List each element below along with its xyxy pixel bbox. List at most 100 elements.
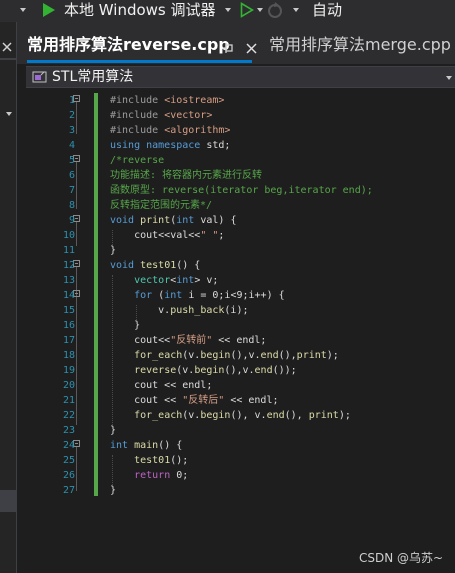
code-token: <iostream> [164,95,225,106]
code-line[interactable]: 11} [26,243,455,258]
code-text: 函数原型: reverse(iterator beg,iterator end)… [110,183,373,198]
document-tab-bar: 常用排序算法reverse.cpp 常用排序算法merge.cpp [17,22,455,64]
code-token: print [140,215,171,226]
code-token: 0; [176,470,189,481]
code-line[interactable]: 1 #include <iostream> [26,93,455,108]
code-token: (v. [182,410,201,421]
code-line[interactable]: 20 cout << endl; [26,378,455,393]
code-token: end [254,365,273,376]
code-line[interactable]: 9 void print(int val) { [26,213,455,228]
scope-label: STL常用算法 [52,69,134,85]
run-options-dropdown-icon[interactable] [257,8,263,12]
line-number: 24 [62,440,75,451]
code-text: } [110,423,116,438]
code-line[interactable]: 7 函数原型: reverse(iterator beg,iterator end… [26,183,455,198]
code-line[interactable]: 5 /*reverse [26,153,455,168]
code-token: for_each [134,410,183,421]
code-token: } [110,245,117,256]
code-line[interactable]: 3 #include <algorithm> [26,123,455,138]
code-line[interactable]: 17 cout<<"反转前" << endl; [26,333,455,348]
code-text: 功能描述: 将容器内元素进行反转 [110,168,262,183]
code-line[interactable]: 19 reverse(v.begin(),v.end()); [26,363,455,378]
code-line[interactable]: 13 vector<int> v; [26,273,455,288]
debugger-target-dropdown-icon[interactable] [225,8,231,12]
code-token: } [110,320,141,331]
line-number: 9 [68,215,75,226]
toolbar-dropdown-icon[interactable] [20,8,26,12]
code-line[interactable]: 10 cout<<val<<" "; [26,228,455,243]
code-token: "反转后" [182,395,225,406]
code-line[interactable]: 24 int main() { [26,438,455,453]
code-text: v.push_back(i); [110,303,249,318]
toolbar: 本地 Windows 调试器 自动 [0,0,455,22]
code-line[interactable]: 16 } [26,318,455,333]
line-number: 20 [62,380,75,391]
code-token: << endl; [212,335,267,346]
code-line[interactable]: 8 反转指定范围的元素*/ [26,198,455,213]
tab-merge-cpp[interactable]: 常用排序算法merge.cpp [269,31,451,59]
code-token: (i); [224,305,249,316]
code-text: cout<<val<<" "; [110,228,224,243]
code-text: return 0; [110,468,188,483]
code-token: 函数原型: reverse(iterator beg,iterator end)… [110,185,373,196]
code-line[interactable]: 12 void test01() { [26,258,455,273]
code-token: cout << endl; [110,380,213,391]
line-number: 1 [68,95,75,106]
code-line[interactable]: 21 cout << "反转后" << endl; [26,393,455,408]
panel-dropdown-icon[interactable] [6,112,12,116]
line-number: 12 [62,260,75,271]
code-token: <algorithm> [164,125,231,136]
code-line[interactable]: 25 test01(); [26,453,455,468]
code-text: cout << endl; [110,378,212,393]
code-token: (v. [182,350,201,361]
code-token: begin [200,350,231,361]
code-line[interactable]: 4 using namespace std; [26,138,455,153]
close-icon[interactable] [2,42,12,52]
close-tab-icon[interactable] [246,43,257,54]
code-token: (), [278,350,297,361]
code-line[interactable]: 15 v.push_back(i); [26,303,455,318]
code-token: cout<<val<< [110,230,201,241]
code-token: ; [218,230,225,241]
code-token: "反转前" [170,335,213,346]
code-token: cout << [110,395,183,406]
code-text: } [110,483,116,498]
code-token: (),v. [230,350,261,361]
code-text: for_each(v.begin(), v.end(), print); [110,408,351,423]
code-line[interactable]: 18 for_each(v.begin(),v.end(),print); [26,348,455,363]
code-token: #include [110,125,165,136]
code-token: void [110,215,141,226]
code-line[interactable]: 23} [26,423,455,438]
start-debugging-icon[interactable] [42,2,56,18]
navigation-bar[interactable]: STL常用算法 [26,66,455,88]
code-text: #include <iostream> [110,93,224,108]
code-line[interactable]: 6 功能描述: 将容器内元素进行反转 [26,168,455,183]
hot-reload-icon[interactable] [266,1,284,19]
code-line[interactable]: 22 for_each(v.begin(), v.end(), print); [26,408,455,423]
hot-reload-dropdown-icon[interactable] [293,8,299,12]
code-token: (), v. [230,410,267,421]
watermark: CSDN @乌苏~ [359,551,444,565]
panel-selected-item[interactable] [0,490,16,512]
code-line[interactable]: 27} [26,483,455,498]
debugger-target-label[interactable]: 本地 Windows 调试器 [64,0,216,22]
code-token: ()); [272,365,297,376]
code-line[interactable]: 2 #include <vector> [26,108,455,123]
tab-label: 常用排序算法reverse.cpp [27,35,230,54]
code-text: /*reverse [110,153,164,168]
start-without-debugging-icon[interactable] [240,2,254,18]
code-token: print [308,410,339,421]
code-line[interactable]: 26 return 0; [26,468,455,483]
line-number: 21 [62,395,75,406]
pin-icon[interactable] [222,42,234,54]
project-scope-icon [32,71,47,83]
code-token: (),v. [224,365,255,376]
code-line[interactable]: 14 for (int i = 0;i<9;i++) { [26,288,455,303]
tab-reverse-cpp[interactable]: 常用排序算法reverse.cpp [27,31,252,63]
scope-dropdown-icon[interactable] [446,76,452,80]
code-token: (); [170,455,189,466]
config-label[interactable]: 自动 [312,0,342,22]
